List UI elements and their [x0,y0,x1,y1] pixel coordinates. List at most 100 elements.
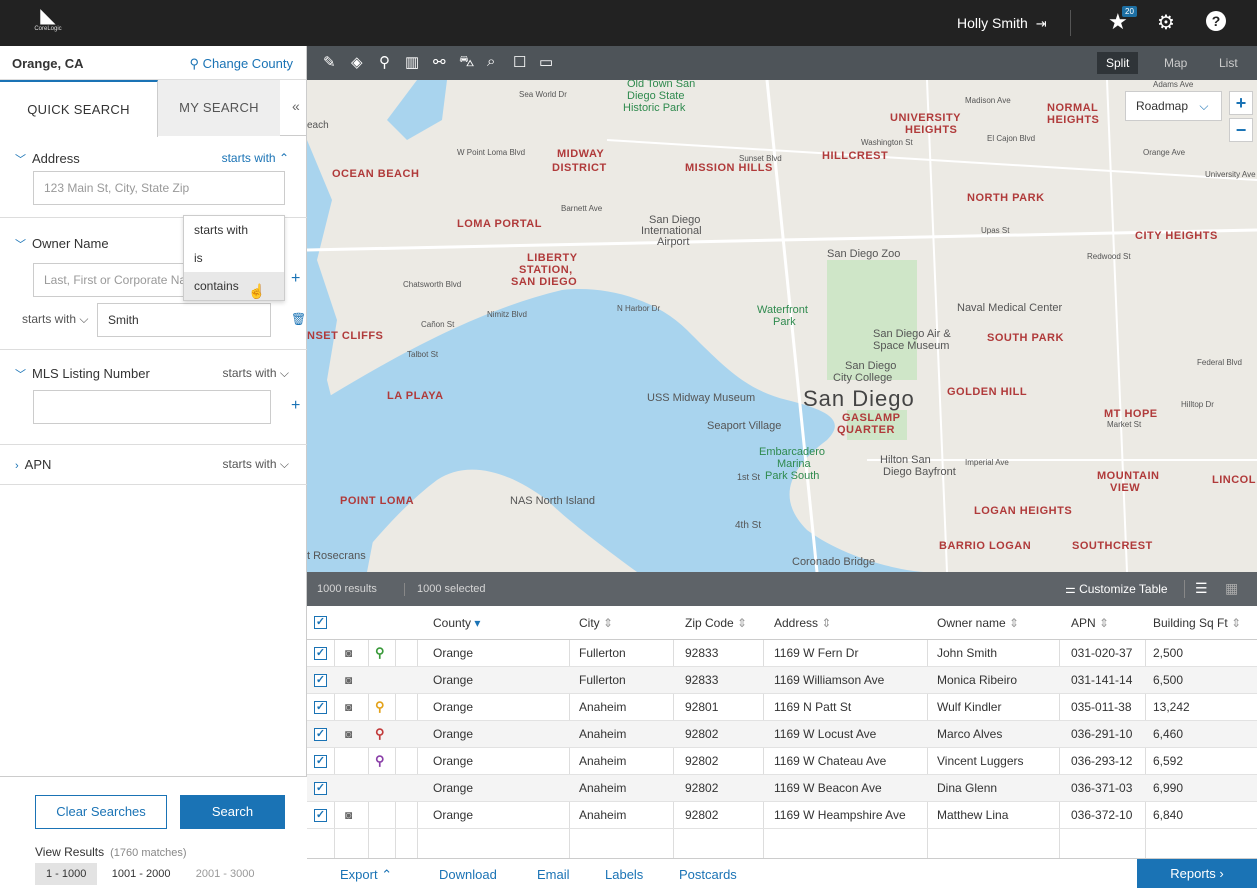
chart-icon[interactable]: ▥ [405,53,419,71]
download-button[interactable]: Download [439,867,497,882]
grid-view-icon[interactable]: ▦ [1225,580,1238,597]
map-label: Adams Ave [1153,80,1194,89]
option-contains[interactable]: contains [184,272,284,300]
search-tabs: QUICK SEARCH MY SEARCH « [0,80,306,137]
mls-header[interactable]: ﹀ MLS Listing Number [15,366,150,382]
tab-quick-search[interactable]: QUICK SEARCH [0,80,158,137]
search-button[interactable]: Search [180,795,285,829]
map-pin-icon[interactable]: ⚲ [375,694,385,720]
owner-mode-select[interactable]: starts with ⌵ [12,303,90,337]
row-checkbox[interactable]: ✓ [314,748,327,774]
map-type-select[interactable]: Roadmap ⌵ [1125,91,1222,121]
owner-header[interactable]: ﹀ Owner Name [15,236,109,252]
ruler-icon[interactable]: ▭ [539,53,553,71]
table-row[interactable]: ✓ Orange Anaheim 92802 1169 W Beacon Ave Dina… [307,775,1257,802]
sort-down-icon: ▾ [474,615,481,630]
map-search-icon[interactable]: ⌕ [487,53,495,70]
add-mls-icon[interactable]: + [291,397,300,415]
view-split-button[interactable]: Split [1097,52,1139,74]
cell-sqft: 6,500 [1153,673,1184,687]
add-owner-icon[interactable]: + [291,270,300,288]
zoom-in-button[interactable]: + [1229,91,1253,115]
corelogic-logo[interactable]: ◣ CoreLogic [30,6,66,40]
pencil-icon[interactable]: ✎ [323,53,336,71]
list-view-icon[interactable]: ☰ [1195,580,1208,597]
page-2001-3000[interactable]: 2001 - 3000 [185,863,266,885]
row-checkbox[interactable]: ✓ [314,640,327,666]
labels-button[interactable]: Labels [605,867,643,882]
page-1-1000[interactable]: 1 - 1000 [35,863,98,885]
view-list-button[interactable]: List [1210,52,1247,74]
map-view[interactable]: each OCEAN BEACH MIDWAY DISTRICT MISSION… [307,80,1257,572]
address-input[interactable]: 123 Main St, City, State Zip [33,171,285,205]
collapse-panel-icon[interactable]: « [292,98,300,114]
column-county[interactable]: County ▾ [433,606,480,639]
county-name: Orange, CA [12,56,84,71]
layers-icon[interactable]: ◈ [351,53,363,71]
customize-table-button[interactable]: ⚌ Customize Table [1065,582,1168,596]
row-checkbox[interactable]: ✓ [314,721,327,747]
favorites-button[interactable]: ★ 20 [1108,6,1137,35]
row-checkbox[interactable]: ✓ [314,775,327,801]
reports-button[interactable]: Reports › [1137,859,1257,888]
row-checkbox[interactable]: ✓ [314,802,327,828]
zoom-out-button[interactable]: − [1229,118,1253,142]
address-mode-select[interactable]: starts with ⌃ [222,151,289,165]
camera-icon[interactable]: ◙ [345,802,352,828]
table-row[interactable]: ✓ ◙ Orange Fullerton 92833 1169 Williamson Av… [307,667,1257,694]
row-checkbox[interactable]: ✓ [314,694,327,720]
map-label: Washington St [861,138,913,147]
table-row[interactable]: ✓ ◙ Orange Anaheim 92802 1169 W Heampshire Av… [307,802,1257,829]
email-button[interactable]: Email [537,867,570,882]
pin-icon[interactable]: ⚲ [379,53,390,71]
map-pin-icon[interactable]: ⚲ [375,748,385,774]
apn-mode-select[interactable]: starts with ⌵ [223,457,289,472]
column-city[interactable]: City ⇕ [579,606,613,639]
apn-header[interactable]: › APN [15,457,51,472]
option-is[interactable]: is [184,244,284,272]
trash-icon[interactable]: 🗑 [291,312,306,326]
view-map-button[interactable]: Map [1155,52,1196,74]
export-menu[interactable]: Export ⌃ [340,867,392,883]
row-checkbox[interactable]: ✓ [314,667,327,693]
owner-name-value[interactable]: Smith [97,303,271,337]
tab-my-search[interactable]: MY SEARCH [158,80,280,136]
sliders-icon: ⚌ [1065,582,1080,596]
column-owner[interactable]: Owner name ⇕ [937,606,1019,639]
address-header[interactable]: ﹀ Address [15,151,80,167]
map-pin-icon[interactable]: ⚲ [375,640,385,666]
column-apn[interactable]: APN ⇕ [1071,606,1109,639]
map-label: POINT LOMA [340,495,415,507]
user-menu[interactable]: Holly Smith ⇥ [957,15,1047,32]
sort-icon: ⇕ [603,615,614,630]
camera-icon[interactable]: ◙ [345,694,352,720]
logout-icon[interactable]: ⇥ [1036,16,1047,31]
customize-table-label: Customize Table [1079,582,1168,596]
map-pin-icon[interactable]: ⚲ [375,721,385,747]
table-row[interactable]: ✓ ◙ ⚲ Orange Anaheim 92802 1169 W Locust Ave Ma… [307,721,1257,748]
table-row[interactable]: ✓ ◙ ⚲ Orange Anaheim 92801 1169 N Patt St Wulf … [307,694,1257,721]
table-row[interactable]: ✓ ⚲ Orange Anaheim 92802 1169 W Chateau Ave Vi… [307,748,1257,775]
column-address[interactable]: Address ⇕ [774,606,831,639]
map-label: NAS North Island [510,495,595,507]
mls-input[interactable] [33,390,271,424]
column-zip[interactable]: Zip Code ⇕ [685,606,747,639]
change-county-link[interactable]: ⚲ Change County [190,56,293,72]
camera-icon[interactable]: ◙ [345,721,352,747]
help-icon[interactable]: ? [1206,11,1226,31]
clear-searches-button[interactable]: Clear Searches [35,795,167,829]
binoculars-icon[interactable]: ⚯ [433,53,446,71]
mls-mode-select[interactable]: starts with ⌵ [223,366,289,381]
gear-icon[interactable]: ⚙ [1157,10,1175,35]
select-all-checkbox[interactable]: ✓ [314,606,327,639]
postcards-button[interactable]: Postcards [679,867,737,882]
page-1001-2000[interactable]: 1001 - 2000 [101,863,182,885]
map-label: HEIGHTS [905,124,958,136]
comment-icon[interactable]: ☐ [513,53,526,71]
camera-icon[interactable]: ◙ [345,667,352,693]
option-starts-with[interactable]: starts with [184,216,284,244]
camera-icon[interactable]: ◙ [345,640,352,666]
column-sqft[interactable]: Building Sq Ft ⇕ [1153,606,1241,639]
table-row[interactable]: ✓ ◙ ⚲ Orange Fullerton 92833 1169 W Fern Dr Joh… [307,640,1257,667]
car-icon[interactable]: ⛍ [459,53,474,72]
